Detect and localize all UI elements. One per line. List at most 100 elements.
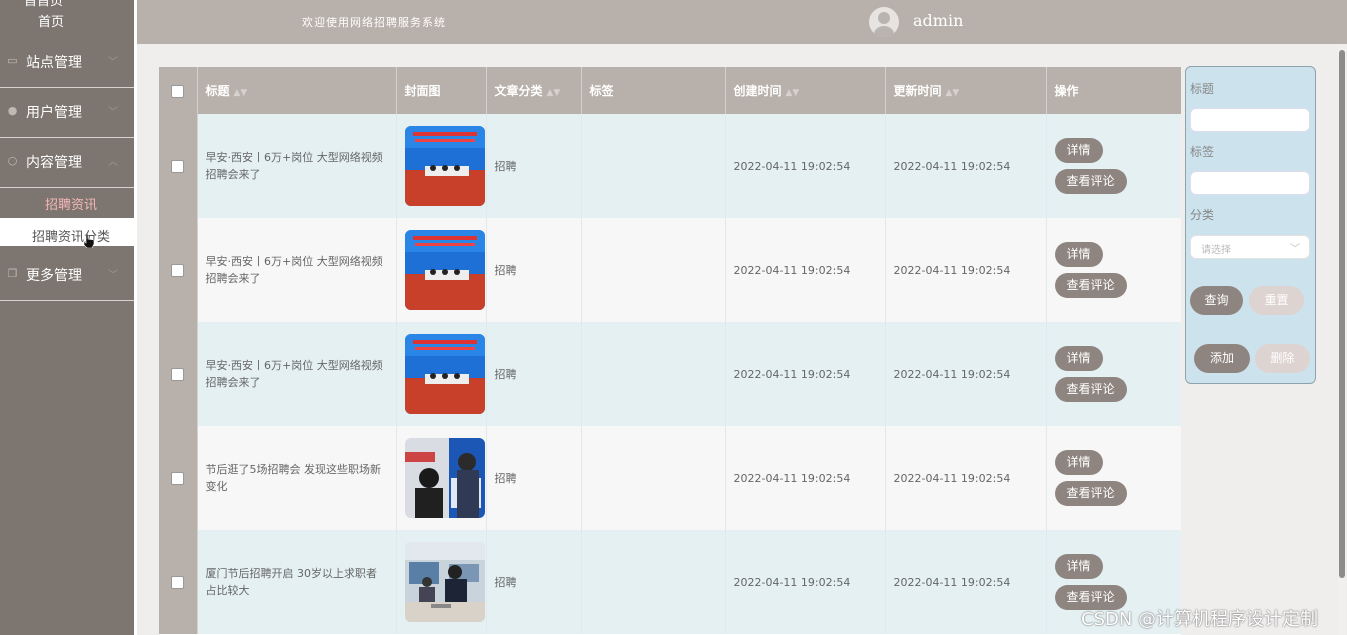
- column-header-title[interactable]: 标题 ▲▼: [197, 67, 397, 114]
- tag-search-input[interactable]: [1190, 171, 1310, 195]
- row-checkbox[interactable]: [171, 263, 185, 277]
- row-checkbox[interactable]: [171, 471, 185, 485]
- row-checkbox[interactable]: [171, 575, 185, 589]
- cell-cover: [396, 530, 487, 634]
- view-comments-button[interactable]: 查看评论: [1054, 377, 1127, 402]
- view-comments-button[interactable]: 查看评论: [1054, 169, 1127, 194]
- avatar[interactable]: [869, 7, 899, 37]
- sidebar-group-content[interactable]: ○ 内容管理 ︿: [0, 138, 134, 188]
- cell-title: 早安·西安丨6万+岗位 大型网络视频招聘会来了: [197, 218, 397, 322]
- column-header-cover: 封面图: [396, 67, 487, 114]
- cell-created: 2022-04-11 19:02:54: [725, 426, 886, 530]
- sort-icon[interactable]: ▲▼: [946, 88, 960, 98]
- cell-category: 招聘: [486, 322, 582, 426]
- cover-image[interactable]: [404, 230, 485, 310]
- sort-icon[interactable]: ▲▼: [547, 88, 561, 98]
- select-all-checkbox-cell[interactable]: [159, 67, 198, 114]
- row-checkbox[interactable]: [171, 159, 185, 173]
- category-label: 分类: [1190, 208, 1215, 222]
- mouse-cursor-icon: [84, 234, 94, 248]
- cell-actions: 详情 查看评论: [1046, 218, 1181, 322]
- cell-created: 2022-04-11 19:02:54: [725, 218, 886, 322]
- chevron-down-icon: ﹀: [108, 107, 118, 118]
- sidebar-group-more[interactable]: ❐ 更多管理 ﹀: [0, 251, 134, 301]
- view-comments-button[interactable]: 查看评论: [1054, 481, 1127, 506]
- sort-icon[interactable]: ▲▼: [786, 88, 800, 98]
- cell-created: 2022-04-11 19:02:54: [725, 114, 886, 218]
- sort-icon[interactable]: ▲▼: [234, 88, 248, 98]
- cell-category: 招聘: [486, 114, 582, 218]
- sidebar-item-home[interactable]: 首页: [38, 11, 64, 30]
- cell-created: 2022-04-11 19:02:54: [725, 322, 886, 426]
- top-header: 欢迎使用网络招聘服务系统 admin: [137, 0, 1347, 44]
- query-button[interactable]: 查询: [1190, 286, 1243, 315]
- sidebar-group-site[interactable]: ▭ 站点管理 ﹀: [0, 38, 134, 88]
- cover-image[interactable]: [404, 126, 485, 206]
- chevron-up-icon: ︿: [108, 157, 118, 168]
- sidebar-group-label: 内容管理: [26, 155, 82, 171]
- table-row: 早安·西安丨6万+岗位 大型网络视频招聘会来了 招聘 2022-04-11 19…: [159, 322, 1181, 426]
- column-header-category[interactable]: 文章分类 ▲▼: [486, 67, 582, 114]
- cell-cover: [396, 218, 487, 322]
- cover-image[interactable]: [404, 334, 485, 414]
- row-checkbox-cell[interactable]: [159, 530, 198, 634]
- sidebar-item-recruit-category[interactable]: 招聘资讯分类: [0, 218, 134, 246]
- detail-button[interactable]: 详情: [1054, 346, 1103, 371]
- title-search-input[interactable]: [1190, 108, 1310, 132]
- user-avatar-icon: [874, 12, 894, 37]
- search-panel: 标题 标签 分类 请选择 ﹀ 查询 重置 添加 删除: [1185, 66, 1316, 384]
- tag-label: 标签: [1190, 145, 1215, 159]
- row-checkbox-cell[interactable]: [159, 114, 198, 218]
- sidebar-group-user[interactable]: ● 用户管理 ﹀: [0, 88, 134, 138]
- category-select-placeholder: 请选择: [1201, 245, 1231, 256]
- sidebar-item-label: 招聘资讯: [45, 198, 98, 213]
- column-header-updated[interactable]: 更新时间 ▲▼: [885, 67, 1047, 114]
- column-header-created[interactable]: 创建时间 ▲▼: [725, 67, 886, 114]
- cell-title: 早安·西安丨6万+岗位 大型网络视频招聘会来了: [197, 322, 397, 426]
- cell-created: 2022-04-11 19:02:54: [725, 530, 886, 634]
- row-checkbox-cell[interactable]: [159, 426, 198, 530]
- cell-category: 招聘: [486, 530, 582, 634]
- sidebar-group-label: 站点管理: [26, 55, 82, 71]
- column-header-actions: 操作: [1046, 67, 1181, 114]
- select-all-checkbox[interactable]: [171, 84, 185, 98]
- sidebar-top: 首首页 首页: [0, 0, 134, 38]
- category-select[interactable]: 请选择 ﹀: [1190, 235, 1310, 259]
- column-header-tags: 标签: [581, 67, 726, 114]
- cell-category: 招聘: [486, 218, 582, 322]
- delete-button[interactable]: 删除: [1255, 344, 1310, 373]
- row-checkbox[interactable]: [171, 367, 185, 381]
- cover-image[interactable]: [404, 542, 485, 622]
- sidebar-item-label: 招聘资讯分类: [32, 230, 111, 245]
- cell-tags: [581, 114, 726, 218]
- cell-updated: 2022-04-11 19:02:54: [885, 322, 1047, 426]
- reset-button[interactable]: 重置: [1249, 286, 1304, 315]
- detail-button[interactable]: 详情: [1054, 450, 1103, 475]
- view-comments-button[interactable]: 查看评论: [1054, 273, 1127, 298]
- table-row: 厦门节后招聘开启 30岁以上求职者占比较大 招聘 2022-04-11 19:0…: [159, 530, 1181, 634]
- chat-icon: ○: [7, 154, 18, 167]
- detail-button[interactable]: 详情: [1054, 138, 1103, 163]
- welcome-text: 欢迎使用网络招聘服务系统: [302, 16, 446, 29]
- cover-image[interactable]: [404, 438, 485, 518]
- scrollbar-thumb[interactable]: [1339, 50, 1345, 578]
- sidebar-group-label: 更多管理: [26, 268, 82, 284]
- chevron-down-icon: ﹀: [108, 57, 118, 68]
- row-checkbox-cell[interactable]: [159, 218, 198, 322]
- row-checkbox-cell[interactable]: [159, 322, 198, 426]
- title-label: 标题: [1190, 82, 1215, 96]
- sidebar-brand: 首首页: [24, 0, 64, 9]
- username[interactable]: admin: [913, 11, 963, 30]
- detail-button[interactable]: 详情: [1054, 554, 1103, 579]
- table-row: 早安·西安丨6万+岗位 大型网络视频招聘会来了 招聘 2022-04-11 19…: [159, 114, 1181, 218]
- table-header-row: 标题 ▲▼ 封面图 文章分类 ▲▼ 标签 创建时间 ▲▼ 更新时间 ▲▼ 操作: [159, 67, 1181, 114]
- cell-cover: [396, 114, 487, 218]
- cell-actions: 详情 查看评论: [1046, 114, 1181, 218]
- table-row: 节后逛了5场招聘会 发现这些职场新变化 招聘 2022-04-11 19:02:…: [159, 426, 1181, 530]
- add-button[interactable]: 添加: [1194, 344, 1250, 373]
- cell-tags: [581, 530, 726, 634]
- copy-icon: ❐: [7, 267, 18, 280]
- cell-updated: 2022-04-11 19:02:54: [885, 530, 1047, 634]
- sidebar-item-recruit-news[interactable]: 招聘资讯: [0, 187, 134, 217]
- detail-button[interactable]: 详情: [1054, 242, 1103, 267]
